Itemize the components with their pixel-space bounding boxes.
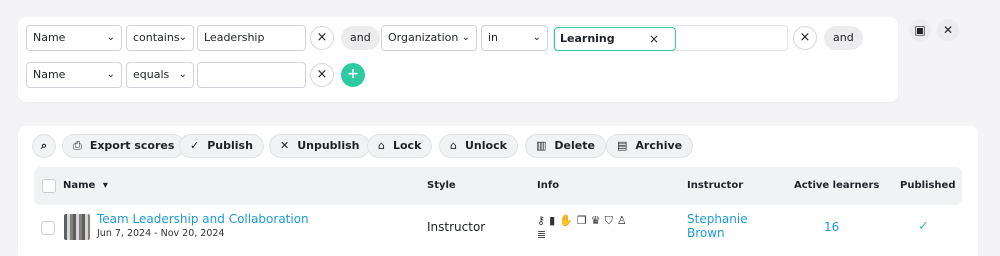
token-label: Learning bbox=[560, 32, 615, 45]
column-published: Published bbox=[900, 180, 956, 191]
person-icon[interactable]: ♙ bbox=[617, 214, 631, 227]
table-row[interactable]: Team Leadership and Collaboration Jun 7,… bbox=[34, 206, 962, 256]
filter-field-value-3: Name bbox=[33, 68, 66, 81]
column-active-learners: Active learners bbox=[794, 180, 880, 191]
column-name-label: Name bbox=[63, 180, 96, 191]
filter-value-input[interactable]: Leadership bbox=[197, 25, 306, 51]
filter-value-input-2[interactable] bbox=[197, 62, 306, 88]
publish-button[interactable]: ✓ Publish bbox=[179, 134, 264, 158]
remove-filter-button-3[interactable]: × bbox=[310, 63, 334, 87]
instructor-first-name: Stephanie bbox=[687, 212, 748, 226]
chevron-down-icon: ⌄ bbox=[532, 32, 541, 43]
trophy-icon[interactable]: ♛ bbox=[591, 214, 605, 227]
chevron-down-icon: ⌄ bbox=[106, 32, 115, 43]
filter-panel: Name ⌄ contains ⌄ Leadership × and Organ… bbox=[18, 17, 898, 102]
column-instructor: Instructor bbox=[687, 180, 744, 191]
unlock-icon: ⌂ bbox=[450, 139, 457, 152]
close-icon: ✕ bbox=[942, 23, 954, 37]
chevron-down-icon: ⌄ bbox=[461, 32, 470, 43]
save-filter-button[interactable]: ▣ bbox=[909, 19, 931, 41]
filter-operator-select-2[interactable]: in ⌄ bbox=[481, 25, 548, 51]
course-style: Instructor bbox=[427, 220, 486, 234]
delete-button[interactable]: ▥ Delete bbox=[525, 134, 606, 158]
chevron-down-icon: ⌄ bbox=[106, 69, 115, 80]
export-scores-label: Export scores bbox=[89, 139, 175, 152]
published-check-icon: ✓ bbox=[918, 219, 929, 234]
filter-field-value-2: Organization bbox=[388, 31, 459, 44]
chevron-down-icon: ⌄ bbox=[178, 69, 187, 80]
remove-filter-button-2[interactable]: × bbox=[793, 26, 817, 50]
chevron-down-icon: ⌄ bbox=[178, 32, 187, 43]
lock-label: Lock bbox=[392, 139, 422, 152]
column-name[interactable]: Name ▾ bbox=[63, 167, 108, 205]
unlock-button[interactable]: ⌂ Unlock bbox=[439, 134, 518, 158]
table-header: Name ▾ Style Info Instructor Active lear… bbox=[34, 167, 962, 205]
filter-operator-select[interactable]: contains ⌄ bbox=[126, 25, 194, 51]
archive-icon: ▤ bbox=[617, 139, 628, 152]
info-icons: ⚷▮✋❐♛⛉♙ ≣ bbox=[537, 214, 677, 242]
add-filter-button[interactable]: + bbox=[341, 63, 365, 87]
search-icon: ⌕ bbox=[40, 139, 48, 152]
filter-field-select[interactable]: Name ⌄ bbox=[26, 25, 122, 51]
lock-button[interactable]: ⌂ Lock bbox=[367, 134, 433, 158]
trash-icon: ▥ bbox=[536, 139, 547, 152]
sort-down-icon: ▾ bbox=[102, 180, 108, 191]
course-name-link[interactable]: Team Leadership and Collaboration bbox=[97, 212, 309, 226]
filter-operator-value-2: in bbox=[488, 31, 499, 44]
shield-icon[interactable]: ⛉ bbox=[605, 214, 617, 227]
delete-label: Delete bbox=[554, 139, 595, 152]
key-icon[interactable]: ⚷ bbox=[537, 214, 549, 227]
server-icon[interactable]: ≣ bbox=[537, 228, 550, 241]
unlock-label: Unlock bbox=[464, 139, 507, 152]
filter-field-select-3[interactable]: Name ⌄ bbox=[26, 62, 122, 88]
instructor-last-name: Brown bbox=[687, 226, 725, 240]
save-icon: ▣ bbox=[914, 23, 926, 37]
close-filter-button[interactable]: ✕ bbox=[937, 19, 959, 41]
copy-icon[interactable]: ❐ bbox=[577, 214, 591, 227]
column-info: Info bbox=[537, 180, 560, 191]
filter-operator-value-3: equals bbox=[133, 68, 170, 81]
publish-label: Publish bbox=[207, 139, 253, 152]
hands-icon[interactable]: ✋ bbox=[559, 214, 577, 227]
select-all-checkbox[interactable] bbox=[42, 179, 56, 193]
lock-icon: ⌂ bbox=[378, 139, 385, 152]
conjunction-pill[interactable]: and bbox=[341, 26, 380, 50]
filter-operator-value: contains bbox=[133, 31, 180, 44]
course-dates: Jun 7, 2024 - Nov 20, 2024 bbox=[97, 228, 225, 239]
unpublish-label: Unpublish bbox=[297, 139, 360, 152]
filter-field-select-2[interactable]: Organization ⌄ bbox=[381, 25, 477, 51]
filter-operator-select-3[interactable]: equals ⌄ bbox=[126, 62, 194, 88]
remove-filter-button[interactable]: × bbox=[310, 26, 334, 50]
export-scores-button[interactable]: ⎙ Export scores bbox=[62, 134, 186, 158]
column-style: Style bbox=[427, 180, 456, 191]
filter-field-value: Name bbox=[33, 31, 66, 44]
table-panel: ⌕ ⎙ Export scores ✓ Publish ✕ Unpublish ⌂ Lo… bbox=[18, 126, 978, 256]
course-thumbnail bbox=[64, 214, 90, 240]
check-icon: ✓ bbox=[190, 139, 200, 152]
unpublish-button[interactable]: ✕ Unpublish bbox=[269, 134, 371, 158]
active-learners-count[interactable]: 16 bbox=[824, 220, 839, 234]
selected-token[interactable]: Learning × bbox=[554, 27, 676, 51]
x-icon: ✕ bbox=[280, 139, 290, 152]
bar-chart-icon[interactable]: ▮ bbox=[549, 214, 559, 227]
search-button[interactable]: ⌕ bbox=[32, 134, 56, 158]
archive-button[interactable]: ▤ Archive bbox=[606, 134, 694, 158]
export-icon: ⎙ bbox=[73, 139, 82, 152]
instructor-link[interactable]: Stephanie Brown bbox=[687, 212, 748, 240]
row-checkbox[interactable] bbox=[41, 221, 55, 235]
remove-token-icon[interactable]: × bbox=[649, 28, 659, 50]
archive-label: Archive bbox=[635, 139, 683, 152]
conjunction-pill-2[interactable]: and bbox=[824, 26, 863, 50]
